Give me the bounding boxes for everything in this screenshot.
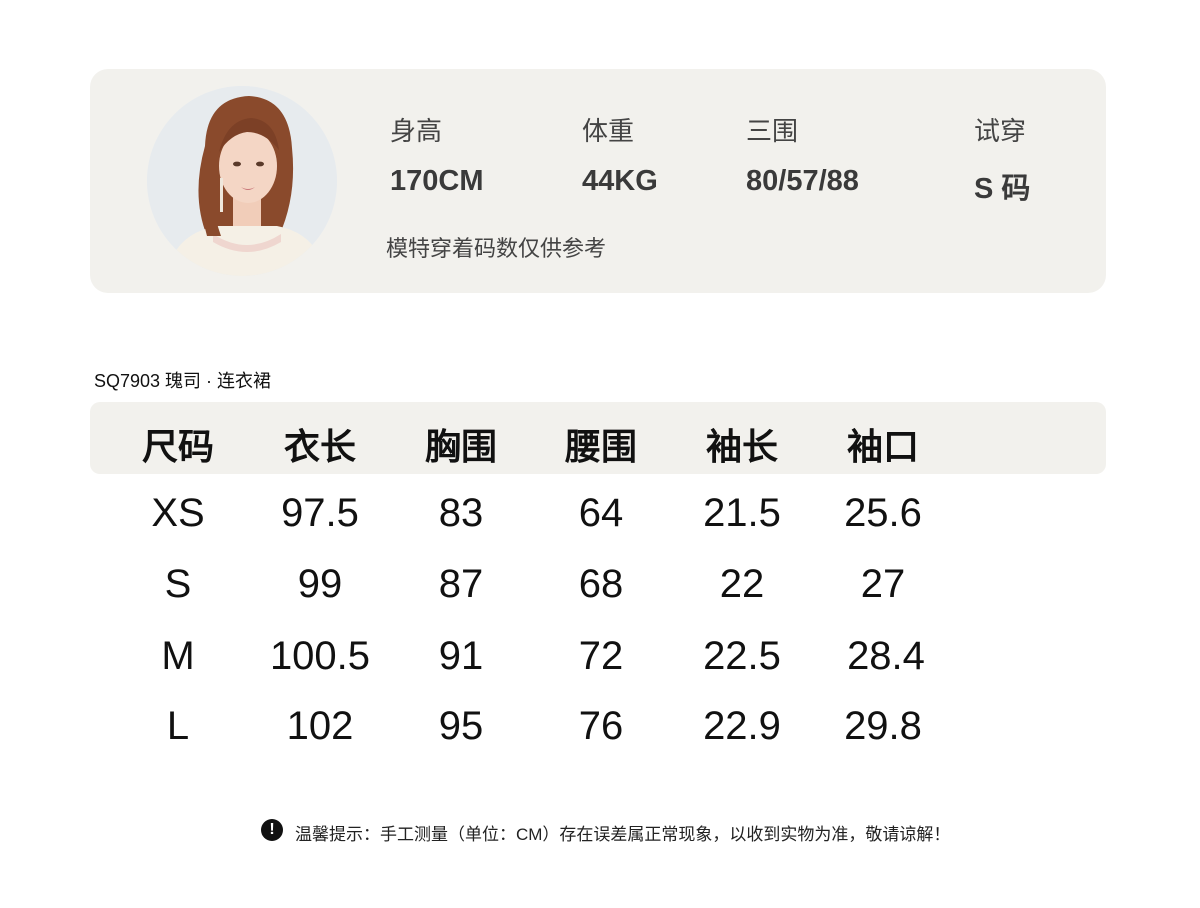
table-cell-size: M: [161, 634, 195, 678]
column-header-length: 衣长: [283, 426, 356, 467]
stat-value: 170CM: [390, 165, 484, 197]
stat-label: 三围: [746, 116, 799, 146]
stat-value: 80/57/88: [746, 165, 859, 197]
column-header-waist: 腰围: [564, 426, 637, 467]
table-cell: 87: [438, 562, 484, 606]
table-cell: 21.5: [703, 491, 781, 535]
table-cell: 83: [438, 491, 484, 535]
table-cell: 25.6: [844, 491, 922, 535]
column-header-cuff: 袖口: [846, 426, 919, 467]
stat-label: 体重: [582, 116, 635, 146]
table-cell: 22.9: [703, 704, 781, 748]
table-cell: 102: [286, 704, 354, 748]
table-cell: 95: [438, 704, 484, 748]
table-cell: 22.5: [703, 634, 781, 678]
stat-value: S 码: [974, 173, 1031, 205]
table-cell: 99: [297, 562, 343, 606]
table-cell-size: XS: [151, 491, 205, 535]
table-cell: 72: [578, 634, 624, 678]
model-avatar: [147, 86, 337, 276]
table-cell-size: L: [166, 704, 190, 748]
stat-label: 试穿: [974, 116, 1027, 146]
table-cell: 27: [860, 562, 906, 606]
column-header-sleeve-length: 袖长: [705, 426, 778, 467]
table-cell: 68: [578, 562, 624, 606]
table-cell: 22: [719, 562, 765, 606]
model-note: 模特穿着码数仅供参考: [386, 236, 607, 261]
table-cell-size: S: [164, 562, 192, 606]
table-cell: 100.5: [269, 634, 371, 678]
model-photo-illustration: [147, 86, 337, 276]
table-cell: 97.5: [281, 491, 359, 535]
column-header-bust: 胸围: [424, 426, 497, 467]
stat-value: 44KG: [582, 165, 658, 197]
product-title: SQ7903 瑰司 · 连衣裙: [94, 371, 272, 391]
table-cell: 64: [578, 491, 624, 535]
column-header-size: 尺码: [141, 426, 214, 467]
table-cell: 91: [438, 634, 484, 678]
table-cell: 76: [578, 704, 624, 748]
stat-label: 身高: [390, 116, 443, 146]
table-cell: 29.8: [844, 704, 922, 748]
exclamation-icon: !: [261, 819, 283, 841]
model-info-card: 身高 170CM 体重 44KG 三围 80/57/88 试穿 S 码 模特穿着…: [90, 69, 1106, 293]
table-cell: 28.4: [847, 634, 925, 678]
tip-text: 温馨提示：手工测量（单位：CM）存在误差属正常现象，以收到实物为准，敬请谅解！: [295, 825, 951, 844]
